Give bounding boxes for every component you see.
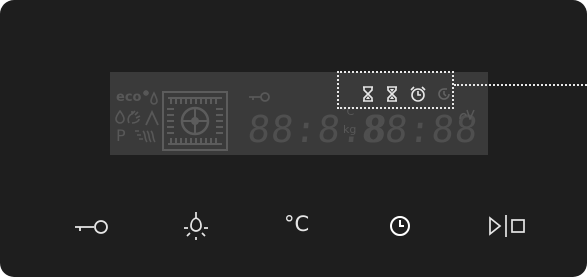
key-lock-button[interactable] (74, 215, 110, 237)
weight-unit: kg (343, 123, 357, 136)
clock-button[interactable] (388, 214, 412, 238)
preheat-icon (145, 110, 159, 126)
grill-icon (133, 130, 157, 144)
fan-oven-icon (162, 91, 228, 151)
start-stop-icon (488, 214, 526, 238)
oven-control-panel: eco P 88:8.8 °C kg 88:88 °C (0, 0, 587, 277)
program-label: P (116, 126, 126, 145)
callout-leader-line (454, 84, 587, 86)
drop-icon (143, 88, 159, 106)
thaw-icon (126, 109, 142, 125)
key-lock-icon (74, 219, 108, 235)
temperature-icon: °C (284, 212, 310, 236)
light-button[interactable] (180, 210, 212, 242)
clock-icon (388, 214, 412, 238)
light-bulb-icon (180, 210, 212, 242)
key-lock-icon (248, 91, 270, 103)
eco-label: eco (116, 90, 142, 105)
start-stop-button[interactable] (488, 214, 526, 238)
clock-icons-highlight (337, 71, 454, 109)
signal-icon (458, 108, 476, 120)
steam-icon (113, 110, 127, 124)
temperature-button[interactable]: °C (284, 211, 314, 237)
